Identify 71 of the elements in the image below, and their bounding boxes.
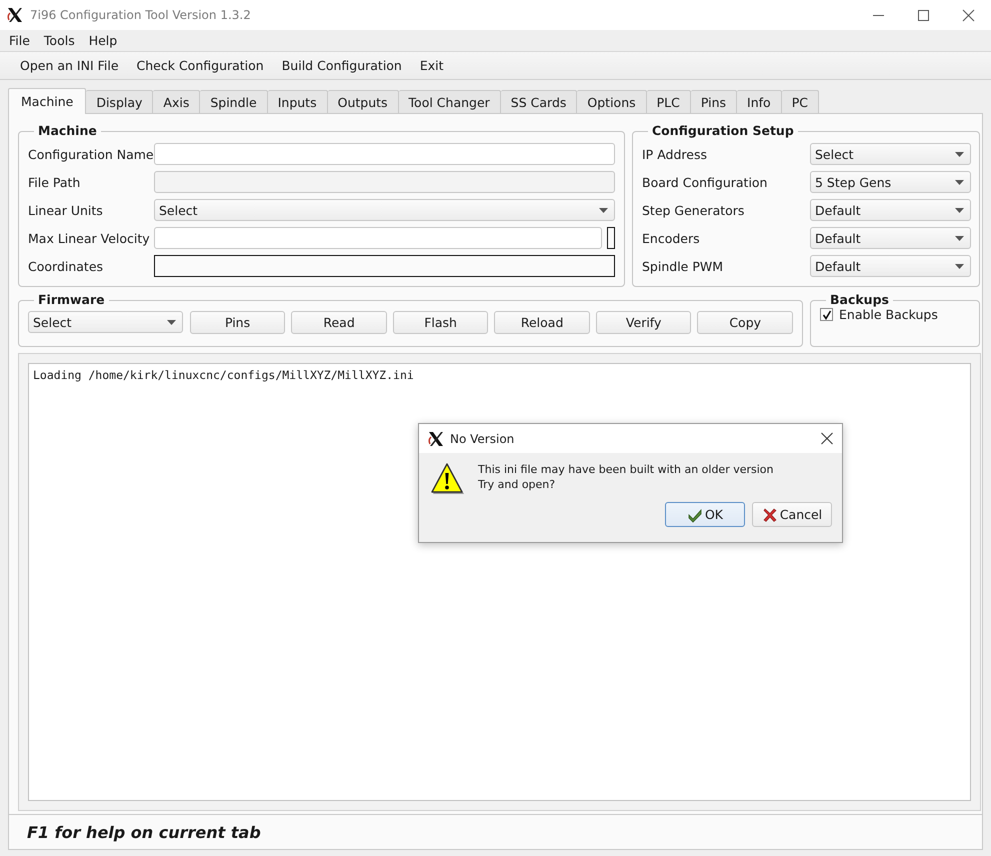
push-button[interactable]: Copy	[697, 311, 793, 334]
dropdown[interactable]: 5 Step Gens	[810, 171, 971, 193]
tab[interactable]: PLC	[646, 90, 691, 113]
text-field[interactable]	[154, 255, 615, 277]
dropdown[interactable]: Select	[154, 199, 615, 221]
dropdown[interactable]: Default	[810, 227, 971, 249]
message-text: This ini file may have been built with an older version	[478, 462, 774, 477]
toolbar-button[interactable]: Exit	[420, 58, 444, 73]
toolbar-button[interactable]: Open an INI File	[20, 58, 119, 73]
group-title: Backups	[829, 295, 890, 305]
status-text: F1 for help on current tab	[27, 822, 261, 842]
check-arrow-icon	[686, 506, 703, 522]
dialog-button[interactable]: OK	[665, 502, 745, 527]
field-label: Step Generators	[642, 202, 746, 218]
field-label: Spindle PWM	[642, 258, 724, 274]
dropdown-arrow-icon	[955, 264, 964, 268]
log-line: Loading /home/kirk/linuxcnc/configs/MillXYZ/MillXYZ.ini	[33, 368, 415, 383]
menu-item[interactable]: File	[9, 33, 30, 48]
tab[interactable]: Spindle	[200, 90, 268, 113]
field-label: Linear Units	[28, 202, 104, 218]
group-title: Configuration Setup	[651, 126, 795, 136]
dropdown[interactable]: Default	[810, 255, 971, 277]
tab[interactable]: Tool Changer	[398, 90, 501, 113]
push-button[interactable]: Reload	[494, 311, 590, 334]
tab[interactable]: SS Cards	[500, 90, 578, 113]
dropdown-arrow-icon	[955, 180, 964, 184]
dropdown-arrow-icon	[955, 208, 964, 212]
tab[interactable]: Outputs	[328, 90, 399, 113]
window-title: 7i96 Configuration Tool Version 1.3.2	[30, 8, 252, 22]
group-title: Firmware	[37, 295, 106, 305]
app-logo-icon	[427, 430, 445, 448]
toolbar-button[interactable]: Build Configuration	[282, 58, 402, 73]
field-label: Board Configuration	[642, 174, 768, 190]
dropdown[interactable]: Default	[810, 199, 971, 221]
toolbar-button[interactable]: Check Configuration	[136, 58, 264, 73]
push-button[interactable]: Pins	[190, 311, 286, 334]
dropdown-arrow-icon	[955, 236, 964, 240]
tab[interactable]: Pins	[690, 90, 738, 113]
message-text: Try and open?	[478, 477, 556, 492]
field-label: Configuration Name	[28, 146, 154, 162]
checkbox[interactable]	[820, 308, 833, 321]
field-label: Encoders	[642, 230, 701, 246]
menu-item[interactable]: Help	[88, 33, 118, 48]
dropdown-arrow-icon	[955, 152, 964, 156]
tab[interactable]: Display	[86, 90, 154, 113]
field-label: Max Linear Velocity	[28, 230, 151, 246]
push-button[interactable]: Flash	[392, 311, 488, 334]
tab[interactable]: Axis	[153, 90, 200, 113]
dropdown[interactable]: Select	[810, 143, 971, 165]
dropdown-arrow-icon	[599, 208, 608, 212]
dialog-title: No Version	[450, 432, 516, 446]
small-box	[607, 227, 615, 249]
cross-icon	[762, 506, 778, 522]
push-button[interactable]: Read	[291, 311, 387, 334]
field-label: Coordinates	[28, 258, 104, 274]
dropdown-arrow-icon	[166, 320, 176, 324]
tab[interactable]: Info	[737, 90, 782, 113]
menu-item[interactable]: Tools	[44, 33, 75, 48]
tab[interactable]: Options	[577, 90, 647, 113]
tab[interactable]: PC	[782, 90, 819, 113]
app-logo-icon	[6, 6, 24, 24]
group-title: Machine	[37, 126, 98, 136]
warning-icon	[430, 462, 464, 496]
push-button[interactable]: Verify	[596, 311, 692, 334]
field-label: IP Address	[642, 146, 708, 162]
tab[interactable]: Inputs	[268, 90, 328, 113]
checkbox-label: Enable Backups	[839, 307, 938, 322]
dialog-button[interactable]: Cancel	[752, 502, 832, 527]
field-label: File Path	[28, 174, 82, 190]
dropdown[interactable]: Select	[28, 311, 183, 333]
tab[interactable]: Machine	[8, 88, 86, 114]
